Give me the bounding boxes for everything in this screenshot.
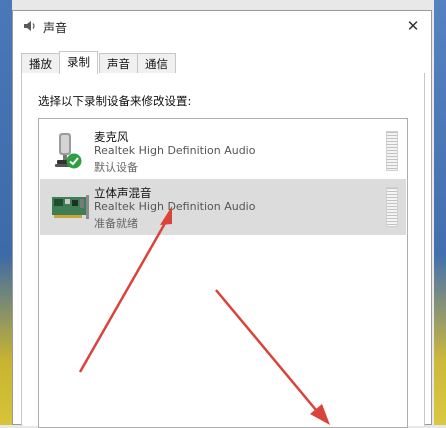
device-name: 立体声混音 <box>94 186 152 200</box>
sound-dialog: 声音 ✕ 播放 录制 声音 通信 选择以下录制设备来修改设置: 麦克风 Real… <box>12 10 432 428</box>
instruction-text: 选择以下录制设备来修改设置: <box>38 94 192 108</box>
close-button[interactable]: ✕ <box>397 13 429 39</box>
recording-panel: 选择以下录制设备来修改设置: 麦克风 Realtek High Definiti… <box>21 73 425 428</box>
device-status: 默认设备 <box>94 161 138 174</box>
desktop-background-left <box>0 0 12 425</box>
tab-strip: 播放 录制 声音 通信 <box>21 51 425 74</box>
speaker-icon <box>24 21 35 31</box>
tab-sounds[interactable]: 声音 <box>99 53 138 73</box>
tab-playback[interactable]: 播放 <box>21 53 60 73</box>
window-title: 声音 <box>43 21 68 35</box>
device-status: 准备就绪 <box>94 217 138 230</box>
level-meter <box>386 187 398 227</box>
device-description: Realtek High Definition Audio <box>94 200 256 213</box>
device-description: Realtek High Definition Audio <box>94 144 256 157</box>
device-item-stereo-mix[interactable]: 立体声混音 Realtek High Definition Audio 准备就绪 <box>40 179 406 235</box>
level-meter <box>386 131 398 171</box>
tab-recording[interactable]: 录制 <box>59 51 98 74</box>
device-name: 麦克风 <box>94 130 129 144</box>
device-item-microphone[interactable]: 麦克风 Realtek High Definition Audio 默认设备 <box>40 123 406 179</box>
desktop-background-right <box>434 0 446 425</box>
recording-device-list[interactable]: 麦克风 Realtek High Definition Audio 默认设备 立… <box>38 118 408 428</box>
sound-card-icon <box>52 195 89 219</box>
tab-communications[interactable]: 通信 <box>137 53 176 73</box>
title-bar[interactable]: 声音 ✕ <box>13 11 431 41</box>
check-icon <box>66 153 82 169</box>
